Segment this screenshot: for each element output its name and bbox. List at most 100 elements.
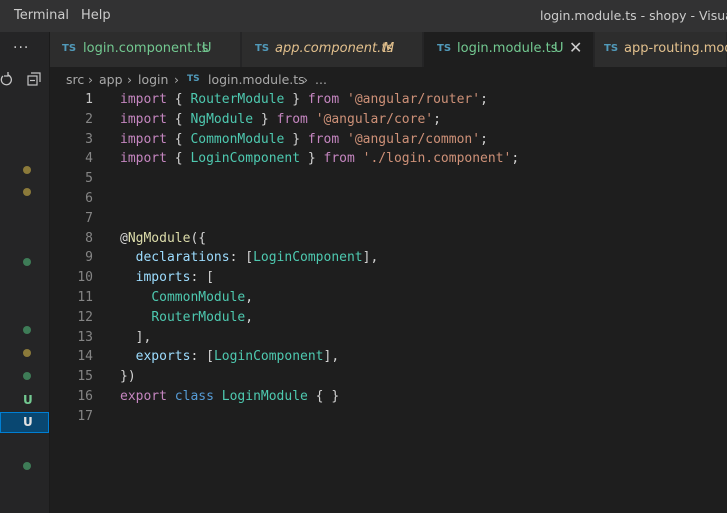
code-token: : [ xyxy=(229,250,254,266)
git-untracked-dot xyxy=(23,326,31,334)
collapse-all-icon[interactable] xyxy=(27,72,41,86)
line-number: 13 xyxy=(77,329,93,345)
line-number: 17 xyxy=(77,408,93,424)
code-token: declarations xyxy=(135,250,230,266)
breadcrumb-item[interactable]: src xyxy=(66,72,84,87)
code-token: import xyxy=(120,131,167,147)
chevron-right-icon: › xyxy=(127,72,132,87)
code-token: CommonModule xyxy=(190,131,285,147)
menu-terminal[interactable]: Terminal xyxy=(14,8,69,23)
code-line[interactable]: RouterModule, xyxy=(120,310,253,325)
explorer-selected-item[interactable]: U xyxy=(0,412,49,433)
tab-login-component[interactable]: TS login.component.ts U xyxy=(50,32,241,67)
tab-login-module[interactable]: TS login.module.ts U ✕ xyxy=(424,32,594,67)
refresh-icon[interactable] xyxy=(0,72,12,86)
line-number: 11 xyxy=(77,290,93,305)
breadcrumb-item[interactable]: app xyxy=(99,72,123,87)
tab-app-component[interactable]: TS app.component.ts M xyxy=(242,32,423,67)
code-token: @ xyxy=(120,230,128,246)
code-line[interactable]: ], xyxy=(120,330,152,345)
git-untracked-dot xyxy=(23,258,31,266)
code-token: '@angular/router' xyxy=(347,92,481,107)
code-token: from xyxy=(323,151,355,167)
code-token: class xyxy=(174,389,214,404)
code-line[interactable]: @NgModule({ xyxy=(120,231,206,246)
tab-label: login.module.ts xyxy=(457,41,558,56)
git-untracked-badge: U xyxy=(23,415,33,429)
breadcrumb-item[interactable]: ... xyxy=(315,72,327,87)
explorer-panel xyxy=(0,32,50,513)
line-number: 14 xyxy=(77,349,93,365)
close-tab-icon[interactable]: ✕ xyxy=(569,38,582,57)
line-number: 12 xyxy=(77,309,93,325)
tab-label: app-routing.mod xyxy=(624,41,727,56)
chevron-right-icon: › xyxy=(88,72,93,87)
typescript-icon: TS xyxy=(604,43,619,54)
code-token: , xyxy=(245,309,254,325)
code-line[interactable]: imports: [ xyxy=(120,270,214,285)
code-line[interactable]: exports: [LoginComponent], xyxy=(120,349,340,365)
typescript-icon: TS xyxy=(255,43,270,54)
code-token: { xyxy=(166,111,191,127)
line-number: 5 xyxy=(85,171,93,187)
chevron-right-icon: › xyxy=(303,72,308,87)
code-token: LoginComponent xyxy=(190,151,301,167)
typescript-icon: TS xyxy=(437,43,452,54)
code-line[interactable]: declarations: [LoginComponent], xyxy=(120,250,379,266)
breadcrumb-item[interactable]: login.module.ts xyxy=(208,72,305,87)
code-token: from xyxy=(307,131,340,147)
code-editor[interactable]: 1 import { RouterModule } from '@angular/… xyxy=(50,91,727,513)
git-modified-dot xyxy=(23,166,31,174)
code-token: } xyxy=(284,92,308,107)
code-line[interactable]: import { CommonModule } from '@angular/c… xyxy=(120,132,488,147)
code-token: ; xyxy=(433,111,441,127)
window-title: login.module.ts - shopy - Visual St xyxy=(540,8,727,23)
line-number: 2 xyxy=(85,111,93,127)
code-token: RouterModule xyxy=(190,92,285,107)
tab-app-routing-module[interactable]: TS app-routing.mod xyxy=(595,32,727,67)
breadcrumb-item[interactable]: login xyxy=(138,72,168,87)
tab-label: app.component.ts xyxy=(275,41,394,56)
line-number: 9 xyxy=(85,250,93,266)
breadcrumb: src › app › login › TS login.module.ts ›… xyxy=(50,67,727,91)
code-line[interactable]: import { RouterModule } from '@angular/r… xyxy=(120,92,488,107)
code-token: imports xyxy=(135,270,191,286)
line-number: 6 xyxy=(85,191,93,206)
code-line[interactable]: CommonModule, xyxy=(120,290,253,305)
tab-status: U xyxy=(202,41,212,56)
code-token: CommonModule xyxy=(151,290,246,305)
code-token: { xyxy=(166,131,191,147)
code-token: LoginComponent xyxy=(213,349,324,365)
line-number: 4 xyxy=(85,151,93,167)
code-line[interactable]: }) xyxy=(120,369,136,384)
code-token: , xyxy=(245,290,254,305)
code-token: import xyxy=(120,92,167,107)
code-token: { xyxy=(166,92,191,107)
code-token: { } xyxy=(307,389,340,404)
more-actions-icon[interactable]: ··· xyxy=(13,40,29,56)
code-line[interactable]: import { NgModule } from '@angular/core'… xyxy=(120,112,441,127)
line-number: 15 xyxy=(77,369,93,385)
menu-help[interactable]: Help xyxy=(81,8,111,23)
code-token: ], xyxy=(323,349,340,365)
code-token: './login.component' xyxy=(362,151,512,167)
code-token: }) xyxy=(120,369,136,385)
code-line[interactable]: import { LoginComponent } from './login.… xyxy=(120,151,519,166)
title-bar: Terminal Help login.module.ts - shopy - … xyxy=(0,0,727,32)
typescript-icon: TS xyxy=(187,74,200,84)
line-number: 8 xyxy=(85,230,93,246)
line-number: 3 xyxy=(85,131,93,147)
code-token: RouterModule xyxy=(151,309,246,325)
code-token: : [ xyxy=(190,270,214,286)
line-number: 10 xyxy=(77,270,93,286)
git-untracked-dot xyxy=(23,462,31,470)
code-token: ], xyxy=(362,250,379,266)
code-line[interactable]: export class LoginModule { } xyxy=(120,389,339,404)
tab-status: M xyxy=(383,41,395,56)
